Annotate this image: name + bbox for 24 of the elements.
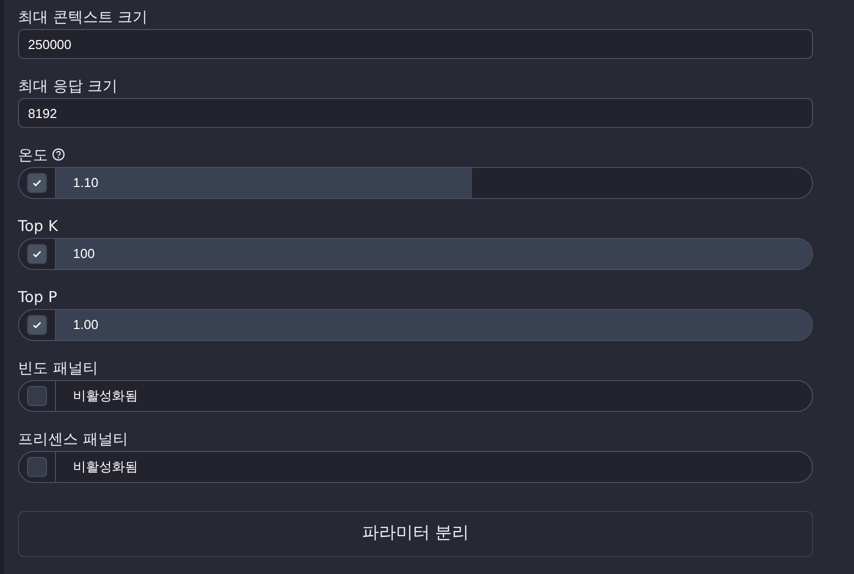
- field-label: Top K: [18, 216, 58, 236]
- check-icon: [32, 179, 42, 187]
- checkbox[interactable]: [27, 457, 47, 477]
- field-label: Top P: [18, 286, 58, 306]
- field-label: 온도: [18, 144, 48, 164]
- field-label: 최대 응답 크기: [18, 76, 118, 96]
- help-icon[interactable]: [52, 148, 65, 161]
- slider-value: 비활성화됨: [73, 459, 138, 474]
- field-label: 프리센스 패널티: [18, 428, 128, 448]
- field-label: 최대 콘텍스트 크기: [18, 6, 148, 26]
- check-icon: [32, 321, 42, 329]
- slider-value: 1.10: [73, 175, 98, 190]
- number-input[interactable]: 250000: [18, 29, 813, 59]
- field-label: 빈도 패널티: [18, 358, 98, 378]
- checkbox[interactable]: [27, 315, 47, 335]
- number-input[interactable]: 8192: [18, 98, 813, 128]
- checkbox[interactable]: [27, 244, 47, 264]
- slider-value: 1.00: [73, 317, 98, 332]
- checkbox[interactable]: [27, 386, 47, 406]
- slider-value: 비활성화됨: [73, 388, 138, 403]
- check-icon: [32, 250, 42, 258]
- checkbox[interactable]: [27, 173, 47, 193]
- slider-value: 100: [73, 246, 95, 261]
- separate-parameters-button[interactable]: 파라미터 분리: [18, 511, 813, 557]
